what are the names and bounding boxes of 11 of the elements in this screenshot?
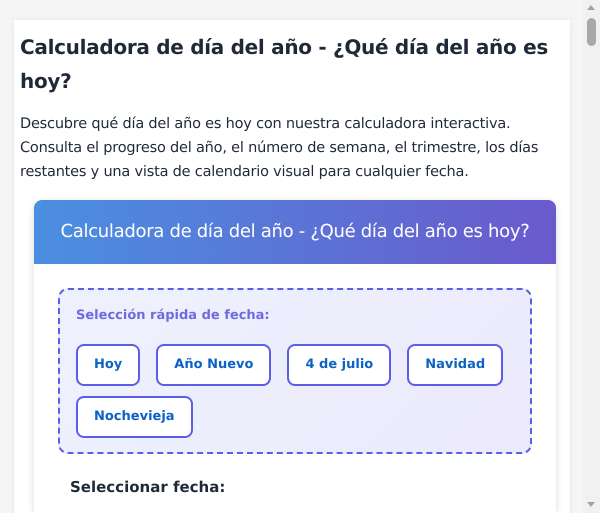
date-label: Seleccionar fecha: bbox=[70, 476, 226, 498]
page-title: Calculadora de día del año - ¿Qué día del año es hoy? bbox=[20, 34, 549, 95]
intro-paragraph: Descubre qué día del año es hoy con nuestra calculadora interactiva. Consulta el progreso del año, el número de semana, el trimestre, los días restantes y una vista de calendario visual para cualquier fecha. bbox=[20, 115, 540, 182]
quick-select-label: Selección rápida de fecha: bbox=[76, 307, 271, 325]
quick-date-button[interactable]: 4 de julio bbox=[287, 344, 392, 386]
quick-date-button[interactable]: Hoy bbox=[76, 344, 140, 386]
quick-date-button[interactable]: Año Nuevo bbox=[156, 344, 272, 386]
calculator-header: Calculadora de día del año - ¿Qué día del año es hoy? bbox=[34, 200, 556, 264]
quick-date-button[interactable]: Nochevieja bbox=[76, 396, 193, 438]
scrollbar-drawing[interactable] bbox=[583, 0, 600, 513]
quick-date-button[interactable]: Navidad bbox=[407, 344, 504, 386]
